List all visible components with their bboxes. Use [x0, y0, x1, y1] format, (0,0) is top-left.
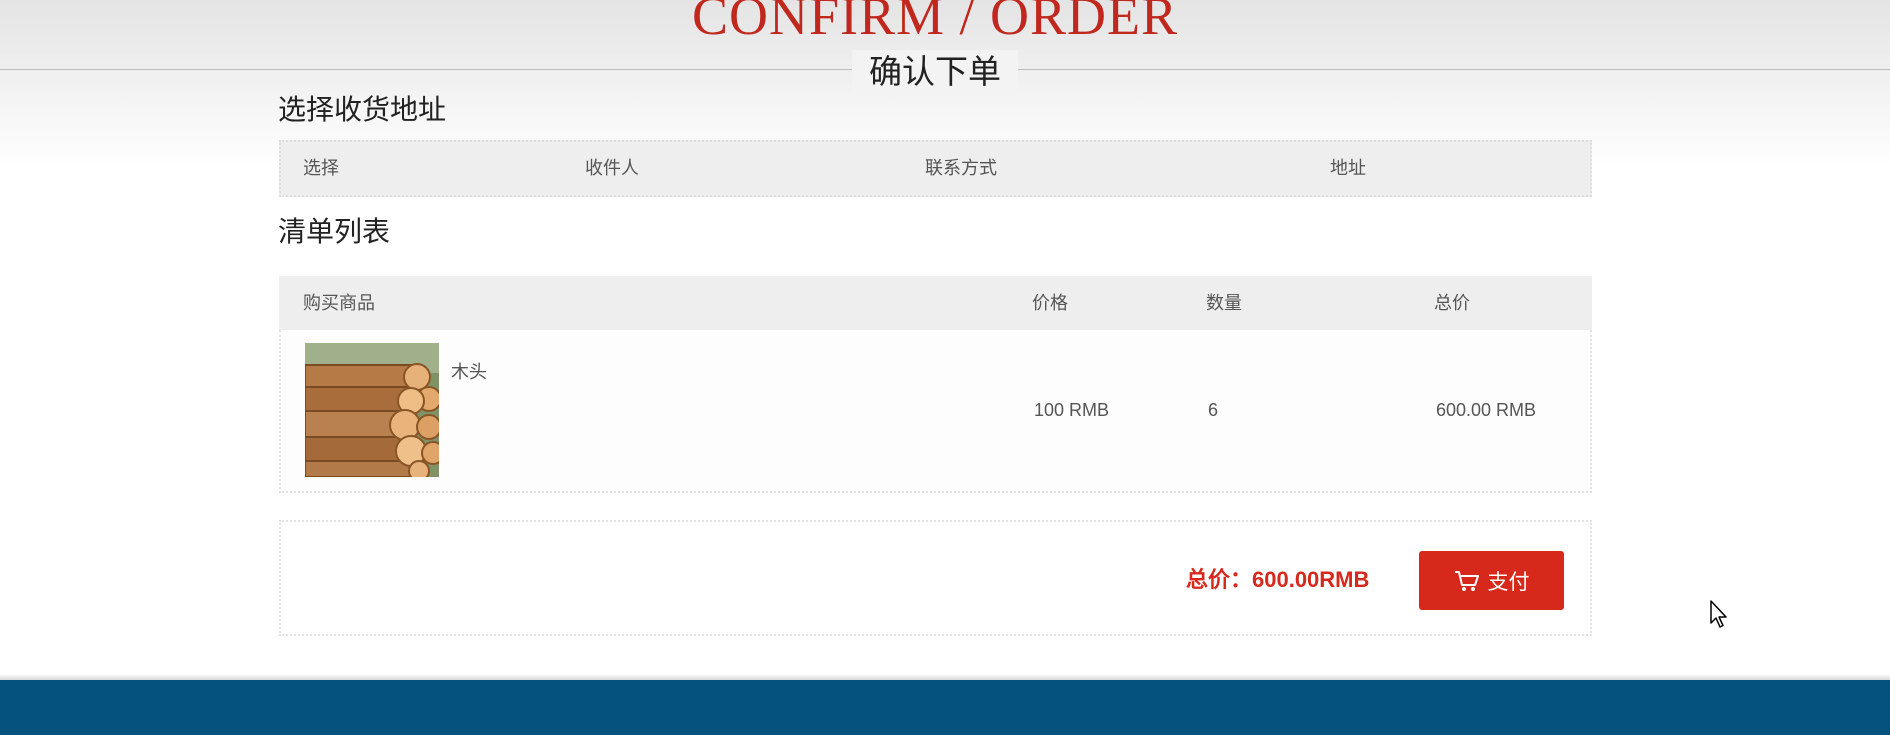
pay-button-label: 支付 [1487, 570, 1530, 594]
col-contact: 联系方式 [925, 158, 997, 178]
address-table-header: 选择 收件人 联系方式 地址 [279, 140, 1592, 197]
order-summary: 总价：600.00RMB 支付 [279, 520, 1592, 636]
col-product: 购买商品 [303, 293, 375, 313]
product-price: 100 RMB [1034, 400, 1110, 420]
list-section-title: 清单列表 [278, 216, 391, 247]
cart-icon [1454, 569, 1480, 593]
col-recipient: 收件人 [585, 158, 639, 178]
page-title: CONFIRM / ORDER [691, 0, 1179, 46]
page-subtitle: 确认下单 [852, 50, 1018, 94]
site-footer [0, 680, 1890, 735]
col-address: 地址 [1330, 158, 1366, 178]
order-table-header: 购买商品 价格 数量 总价 [279, 276, 1592, 330]
table-row: 木头 100 RMB 6 600.00 RMB [279, 330, 1592, 493]
col-select: 选择 [303, 158, 339, 178]
col-total: 总价 [1434, 293, 1470, 313]
pay-button[interactable]: 支付 [1419, 551, 1564, 610]
product-total: 600.00 RMB [1436, 400, 1537, 420]
mouse-cursor-icon [1709, 599, 1729, 629]
logs-photo-icon[interactable] [305, 343, 439, 477]
product-name[interactable]: 木头 [451, 358, 487, 384]
product-quantity: 6 [1208, 400, 1219, 420]
col-quantity: 数量 [1206, 293, 1242, 313]
address-section-title: 选择收货地址 [278, 94, 447, 125]
col-price: 价格 [1032, 293, 1068, 313]
order-total: 总价：600.00RMB [1186, 567, 1370, 592]
